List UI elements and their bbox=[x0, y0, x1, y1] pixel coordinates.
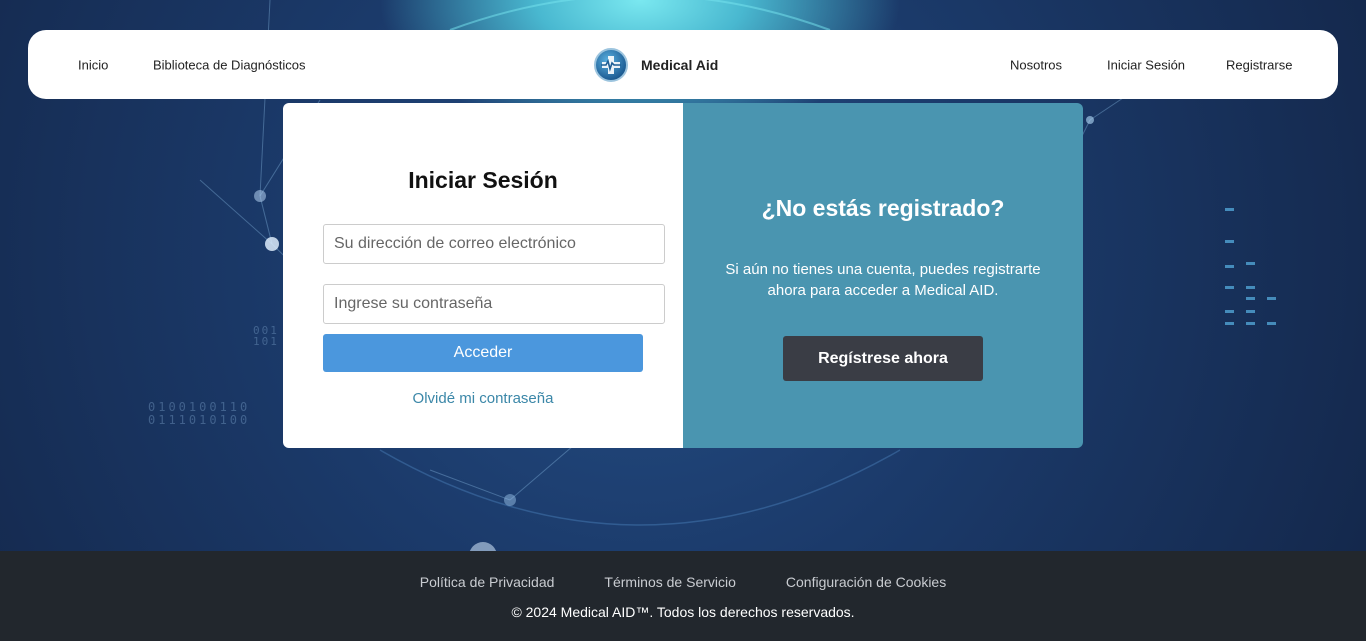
nav-link-biblioteca[interactable]: Biblioteca de Diagnósticos bbox=[153, 57, 305, 72]
register-now-button[interactable]: Regístrese ahora bbox=[783, 336, 983, 381]
top-navbar: Inicio Biblioteca de Diagnósticos Medica… bbox=[28, 30, 1338, 99]
nav-link-inicio[interactable]: Inicio bbox=[78, 57, 108, 72]
auth-card: Iniciar Sesión Acceder Olvidé mi contras… bbox=[283, 103, 1083, 448]
register-title: ¿No estás registrado? bbox=[761, 195, 1005, 221]
login-button[interactable]: Acceder bbox=[323, 334, 643, 372]
forgot-password-link[interactable]: Olvidé mi contraseña bbox=[283, 390, 683, 407]
login-panel: Iniciar Sesión Acceder Olvidé mi contras… bbox=[283, 103, 683, 448]
brand-name: Medical Aid bbox=[641, 56, 719, 73]
nav-link-nosotros[interactable]: Nosotros bbox=[1010, 57, 1062, 72]
footer-link-terms[interactable]: Términos de Servicio bbox=[604, 574, 736, 590]
medical-cross-logo-icon bbox=[594, 47, 628, 82]
footer-links: Política de Privacidad Términos de Servi… bbox=[0, 574, 1366, 590]
nav-link-registrarse[interactable]: Registrarse bbox=[1226, 57, 1292, 72]
footer-link-privacy[interactable]: Política de Privacidad bbox=[420, 574, 555, 590]
register-description: Si aún no tienes una cuenta, puedes regi… bbox=[725, 261, 1041, 299]
copyright-text: © 2024 Medical AID™. Todos los derechos … bbox=[511, 604, 855, 620]
footer-link-cookies[interactable]: Configuración de Cookies bbox=[786, 574, 946, 590]
email-input[interactable] bbox=[323, 224, 665, 264]
footer: Política de Privacidad Términos de Servi… bbox=[0, 551, 1366, 641]
brand[interactable]: Medical Aid bbox=[594, 47, 719, 82]
register-panel: ¿No estás registrado? Si aún no tienes u… bbox=[683, 103, 1083, 448]
login-title: Iniciar Sesión bbox=[408, 167, 558, 193]
nav-link-iniciar-sesion[interactable]: Iniciar Sesión bbox=[1107, 57, 1185, 72]
password-input[interactable] bbox=[323, 284, 665, 324]
binary-decoration: 0100100110 0111010100 bbox=[148, 400, 251, 427]
binary-decoration-small: 001 101 bbox=[253, 324, 279, 348]
